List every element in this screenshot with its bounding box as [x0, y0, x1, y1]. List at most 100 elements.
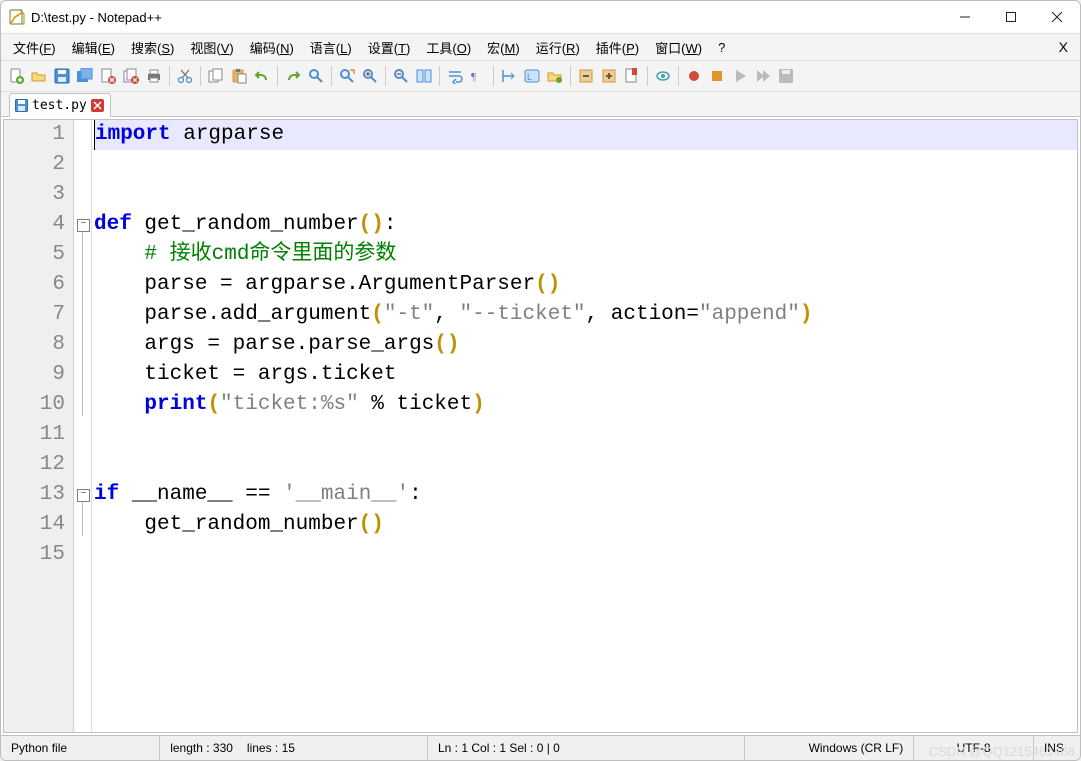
toolbar-macro-save-button[interactable] — [775, 65, 797, 87]
code-line[interactable] — [94, 420, 1077, 450]
toolbar-stop-button[interactable] — [706, 65, 728, 87]
toolbar-bookmark-toggle-button[interactable] — [621, 65, 643, 87]
line-number: 4 — [4, 210, 65, 240]
line-number: 2 — [4, 150, 65, 180]
toolbar-play-button[interactable] — [729, 65, 751, 87]
toolbar-undo-button[interactable] — [251, 65, 273, 87]
maximize-button[interactable] — [988, 1, 1034, 33]
code-line[interactable]: if __name__ == '__main__': — [94, 480, 1077, 510]
toolbar-unfold-button[interactable] — [598, 65, 620, 87]
code-area[interactable]: import argparsedef get_random_number(): … — [92, 120, 1077, 732]
menu-item[interactable]: 文件(F) — [5, 36, 64, 59]
menu-item[interactable]: 编辑(E) — [64, 36, 123, 59]
status-insert-mode[interactable]: INS — [1034, 736, 1080, 760]
toolbar-paste-button[interactable] — [228, 65, 250, 87]
menu-item[interactable]: 语言(L) — [302, 36, 360, 59]
toolbar-new-button[interactable] — [5, 65, 27, 87]
title-bar[interactable]: D:\test.py - Notepad++ — [1, 1, 1080, 33]
toolbar-redo-button[interactable] — [282, 65, 304, 87]
app-icon — [9, 9, 25, 25]
code-line[interactable]: parse = argparse.ArgumentParser() — [94, 270, 1077, 300]
toolbar-print-button[interactable] — [143, 65, 165, 87]
toolbar-hide-button[interactable] — [652, 65, 674, 87]
toolbar-all-chars-button[interactable]: ¶ — [467, 65, 489, 87]
toolbar-cut-button[interactable] — [174, 65, 196, 87]
toolbar-separator — [385, 66, 386, 86]
menu-item[interactable]: 运行(R) — [528, 36, 588, 59]
line-number: 15 — [4, 540, 65, 570]
toolbar-separator — [493, 66, 494, 86]
toolbar-save-button[interactable] — [51, 65, 73, 87]
code-line[interactable]: parse.add_argument("-t", "--ticket", act… — [94, 300, 1077, 330]
svg-text:¶: ¶ — [471, 71, 476, 83]
tab-close-button[interactable] — [91, 99, 104, 112]
toolbar-folder-button[interactable] — [544, 65, 566, 87]
line-number: 9 — [4, 360, 65, 390]
code-line[interactable] — [94, 450, 1077, 480]
code-line[interactable] — [94, 150, 1077, 180]
window-title: D:\test.py - Notepad++ — [31, 10, 162, 25]
status-encoding[interactable]: UTF-8 — [914, 736, 1034, 760]
toolbar-separator — [570, 66, 571, 86]
toolbar-wrap-button[interactable] — [444, 65, 466, 87]
toolbar-lang-button[interactable]: L — [521, 65, 543, 87]
menu-item[interactable]: 搜索(S) — [123, 36, 182, 59]
mdi-close-button[interactable]: X — [1047, 37, 1080, 57]
menu-item[interactable]: 工具(O) — [418, 36, 479, 59]
status-filetype: Python file — [1, 736, 160, 760]
toolbar-sync-button[interactable] — [413, 65, 435, 87]
code-line[interactable]: # 接收cmd命令里面的参数 — [94, 240, 1077, 270]
toolbar-save-all-button[interactable] — [74, 65, 96, 87]
toolbar-indent-guide-button[interactable] — [498, 65, 520, 87]
code-line[interactable] — [94, 540, 1077, 570]
toolbar: ¶L — [1, 61, 1080, 92]
tab-filename: test.py — [32, 98, 87, 113]
toolbar-open-button[interactable] — [28, 65, 50, 87]
line-number: 11 — [4, 420, 65, 450]
tab-bar: test.py — [1, 92, 1080, 117]
fold-toggle[interactable]: − — [77, 489, 90, 502]
code-line[interactable] — [94, 180, 1077, 210]
toolbar-replace-button[interactable] — [336, 65, 358, 87]
app-window: D:\test.py - Notepad++ 文件(F)编辑(E)搜索(S)视图… — [0, 0, 1081, 761]
minimize-button[interactable] — [942, 1, 988, 33]
menu-item[interactable]: 设置(T) — [360, 36, 419, 59]
menu-item[interactable]: 编码(N) — [242, 36, 302, 59]
menu-item[interactable]: ? — [710, 38, 733, 57]
toolbar-separator — [200, 66, 201, 86]
menu-item[interactable]: 窗口(W) — [647, 36, 710, 59]
menu-item[interactable]: 视图(V) — [182, 36, 241, 59]
line-number: 8 — [4, 330, 65, 360]
fold-toggle[interactable]: − — [77, 219, 90, 232]
toolbar-zoom-out-button[interactable] — [390, 65, 412, 87]
code-line[interactable]: args = parse.parse_args() — [94, 330, 1077, 360]
toolbar-find-button[interactable] — [305, 65, 327, 87]
toolbar-play-multi-button[interactable] — [752, 65, 774, 87]
toolbar-record-button[interactable] — [683, 65, 705, 87]
menu-item[interactable]: 插件(P) — [588, 36, 647, 59]
toolbar-zoom-in-button[interactable] — [359, 65, 381, 87]
status-length-lines: length : 330 lines : 15 — [160, 736, 428, 760]
menu-bar: 文件(F)编辑(E)搜索(S)视图(V)编码(N)语言(L)设置(T)工具(O)… — [1, 33, 1080, 61]
code-editor[interactable]: 123456789101112131415 −− import argparse… — [4, 120, 1077, 732]
line-number: 13 — [4, 480, 65, 510]
code-line[interactable]: import argparse — [94, 120, 1077, 150]
toolbar-copy-button[interactable] — [205, 65, 227, 87]
line-number: 10 — [4, 390, 65, 420]
close-window-button[interactable] — [1034, 1, 1080, 33]
editor-container: 123456789101112131415 −− import argparse… — [3, 119, 1078, 733]
code-line[interactable]: def get_random_number(): — [94, 210, 1077, 240]
tab-active[interactable]: test.py — [9, 93, 111, 117]
toolbar-close-button[interactable] — [97, 65, 119, 87]
code-line[interactable]: get_random_number() — [94, 510, 1077, 540]
code-line[interactable]: print("ticket:%s" % ticket) — [94, 390, 1077, 420]
line-number: 7 — [4, 300, 65, 330]
code-line[interactable]: ticket = args.ticket — [94, 360, 1077, 390]
fold-column[interactable]: −− — [74, 120, 92, 732]
status-bar: Python file length : 330 lines : 15 Ln :… — [1, 735, 1080, 760]
status-eol[interactable]: Windows (CR LF) — [745, 736, 914, 760]
toolbar-close-all-button[interactable] — [120, 65, 142, 87]
menu-item[interactable]: 宏(M) — [479, 36, 528, 59]
toolbar-fold-button[interactable] — [575, 65, 597, 87]
line-number-gutter: 123456789101112131415 — [4, 120, 74, 732]
